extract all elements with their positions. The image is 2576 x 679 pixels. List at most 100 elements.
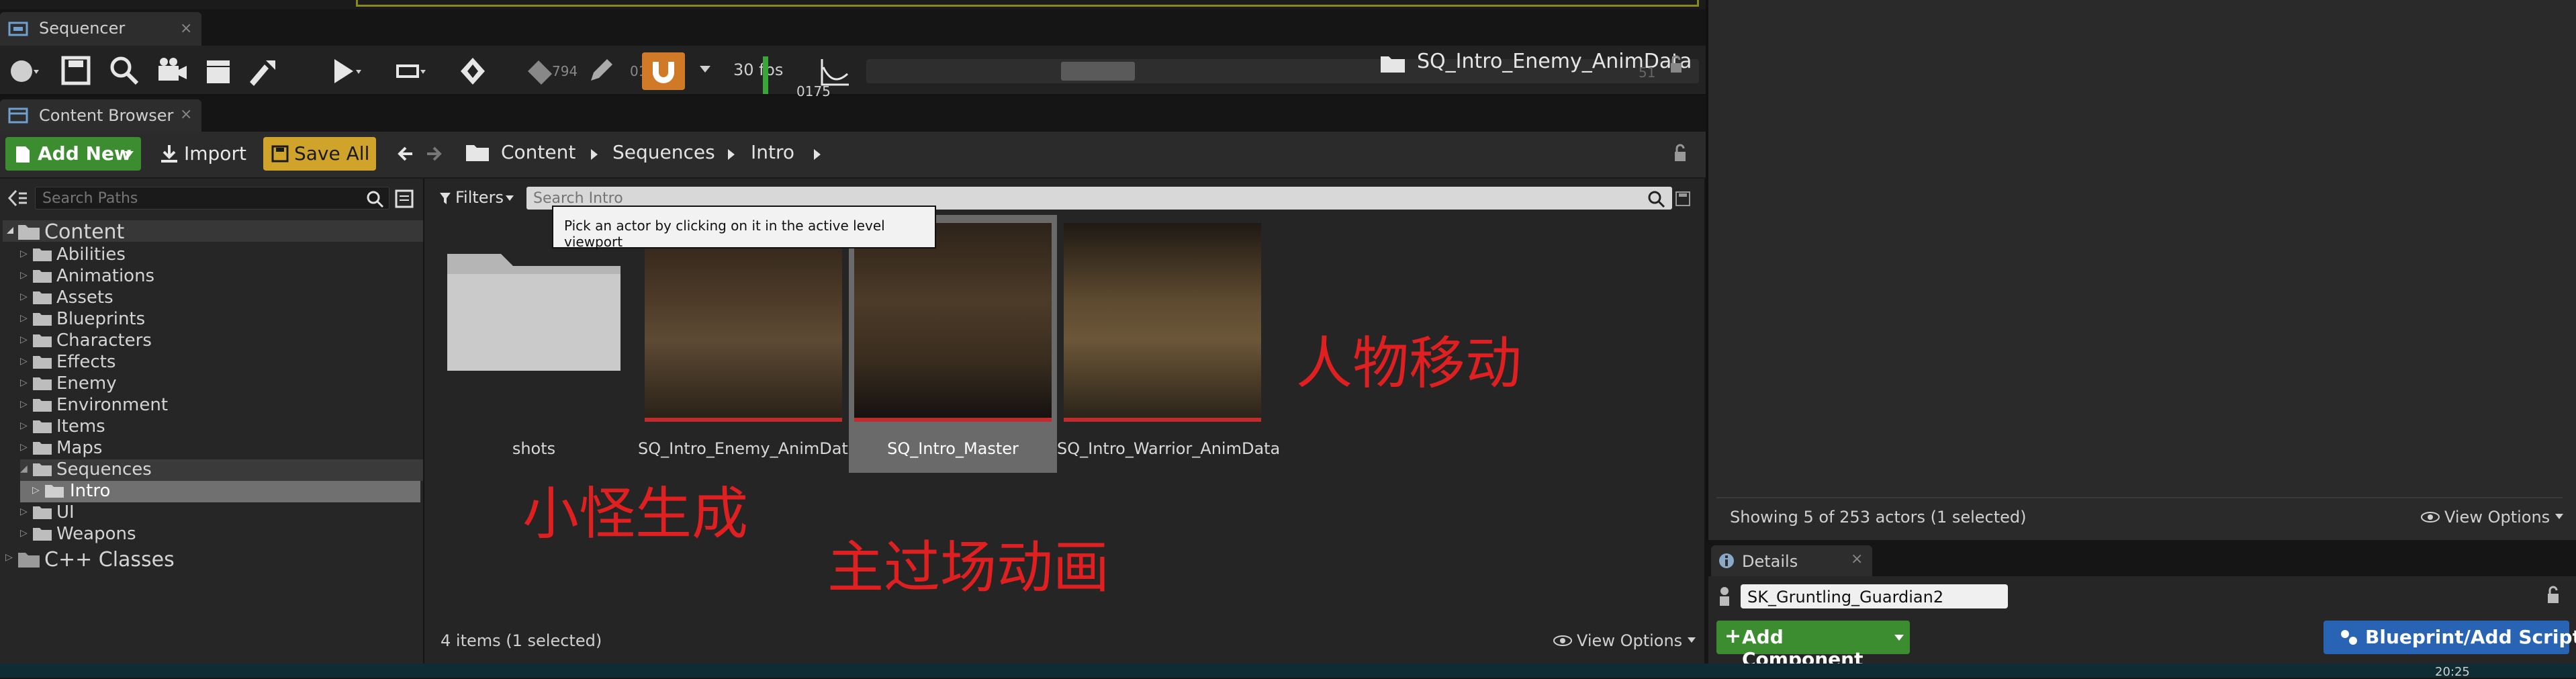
tree-item-intro[interactable]: ▷ Intro bbox=[20, 481, 420, 502]
filters-button[interactable]: Filters bbox=[435, 187, 521, 210]
play-icon[interactable] bbox=[329, 54, 364, 89]
pencil-icon[interactable] bbox=[584, 54, 619, 89]
asset-tile-sq-intro-enemy-animdata[interactable] bbox=[645, 223, 842, 424]
asset-label: SQ_Intro_Warrior_AnimData bbox=[1057, 439, 1281, 458]
tree-item-label: Effects bbox=[56, 352, 116, 372]
save-icon bbox=[271, 145, 289, 163]
content-browser-toolbar bbox=[0, 132, 1706, 179]
add-new-label: Add New bbox=[38, 142, 132, 165]
chevron-right-icon[interactable] bbox=[727, 148, 736, 161]
import-button[interactable]: Import bbox=[154, 137, 255, 171]
tree-item-abilities[interactable]: ▷ Abilities bbox=[20, 244, 423, 266]
asset-label: SQ_Intro_Enemy_AnimData bbox=[638, 439, 858, 458]
actor-name-field[interactable]: SK_Gruntling_Guardian2 bbox=[1741, 584, 2008, 608]
tree-item-assets[interactable]: ▷ Assets bbox=[20, 287, 423, 309]
collapse-sources-icon[interactable] bbox=[7, 188, 28, 208]
tree-item-weapons[interactable]: ▷ Weapons bbox=[20, 524, 423, 545]
breadcrumb-intro[interactable]: Intro bbox=[751, 141, 794, 163]
breadcrumb-sequences[interactable]: Sequences bbox=[612, 141, 715, 163]
details-tab[interactable]: Details × bbox=[1711, 545, 1872, 576]
tools-icon[interactable] bbox=[246, 54, 281, 89]
annotation-main-cutscene: 主过场动画 bbox=[827, 535, 1110, 600]
keyframe-icon[interactable] bbox=[457, 54, 492, 89]
tree-item-label: Characters bbox=[56, 330, 152, 351]
add-new-button[interactable]: Add New bbox=[5, 137, 141, 171]
close-icon[interactable]: × bbox=[180, 106, 192, 123]
save-all-button[interactable]: Save All bbox=[263, 137, 376, 171]
playback-options-icon[interactable] bbox=[394, 54, 428, 89]
folder-icon bbox=[32, 246, 52, 263]
asset-tile-sq-intro-warrior-animdata[interactable] bbox=[1064, 223, 1261, 424]
save-icon[interactable] bbox=[59, 54, 94, 89]
content-browser-tab-label: Content Browser bbox=[39, 106, 174, 125]
add-component-button[interactable]: + Add Component bbox=[1716, 621, 1910, 670]
tree-item-environment[interactable]: ▷ Environment bbox=[20, 395, 423, 416]
chevron-down-icon bbox=[2555, 513, 2564, 520]
camera-icon[interactable] bbox=[154, 54, 189, 89]
eye-icon bbox=[1553, 634, 1573, 647]
tree-item-maps[interactable]: ▷ Maps bbox=[20, 438, 423, 459]
asset-tile-shots[interactable] bbox=[435, 222, 633, 457]
list-view-icon[interactable] bbox=[395, 189, 414, 208]
add-file-icon bbox=[15, 145, 31, 164]
chevron-right-icon[interactable] bbox=[813, 148, 822, 161]
folder-icon bbox=[44, 483, 64, 499]
expanded-arrow-icon[interactable] bbox=[5, 226, 15, 235]
import-icon bbox=[160, 144, 179, 164]
arrow-right-icon[interactable] bbox=[423, 144, 443, 164]
curve-editor-icon[interactable] bbox=[818, 54, 853, 89]
search-icon[interactable] bbox=[1647, 189, 1665, 208]
filters-label: Filters bbox=[455, 188, 504, 207]
chevron-down-icon bbox=[1687, 637, 1696, 643]
search-icon[interactable] bbox=[107, 54, 142, 89]
info-icon bbox=[1718, 552, 1735, 570]
sequence-thumbnail bbox=[645, 223, 842, 422]
clapper-icon[interactable] bbox=[201, 54, 236, 89]
frame-readout-left: 794 bbox=[552, 63, 578, 79]
lock-icon[interactable] bbox=[2545, 586, 2561, 604]
chevron-down-icon bbox=[505, 195, 514, 201]
tree-item-ui[interactable]: ▷ UI bbox=[20, 502, 423, 524]
tree-item-animations[interactable]: ▷ Animations bbox=[20, 266, 423, 287]
save-search-icon[interactable] bbox=[1675, 191, 1691, 207]
lock-icon[interactable] bbox=[1672, 144, 1688, 163]
fps-selector[interactable]: 30 fps bbox=[733, 60, 783, 79]
search-paths-input[interactable] bbox=[35, 187, 389, 210]
asset-tile-sq-intro-master-selected[interactable] bbox=[849, 215, 1057, 473]
chevron-right-icon[interactable] bbox=[590, 148, 599, 161]
close-icon[interactable]: × bbox=[1851, 551, 1863, 568]
lock-icon[interactable] bbox=[1668, 55, 1684, 74]
tree-item-enemy[interactable]: ▷ Enemy bbox=[20, 373, 423, 395]
tree-item-characters[interactable]: ▷ Characters bbox=[20, 330, 423, 352]
folder-icon bbox=[32, 332, 52, 349]
timeline-scrubber[interactable] bbox=[1061, 62, 1135, 81]
plus-icon: + bbox=[1724, 625, 1742, 648]
chevron-down-icon bbox=[124, 150, 134, 159]
tree-item-effects[interactable]: ▷ Effects bbox=[20, 352, 423, 373]
tree-item-sequences[interactable]: ◢ Sequences bbox=[20, 459, 423, 481]
chevron-down-icon[interactable] bbox=[698, 63, 712, 74]
folder-icon bbox=[32, 375, 52, 392]
actor-name-value: SK_Gruntling_Guardian2 bbox=[1747, 588, 1944, 606]
close-icon[interactable]: × bbox=[180, 20, 192, 37]
blueprint-icon bbox=[2340, 629, 2358, 646]
arrow-left-icon[interactable] bbox=[396, 144, 416, 164]
folder-icon bbox=[32, 418, 52, 435]
folder-icon bbox=[32, 397, 52, 413]
tree-item-label: Intro bbox=[70, 481, 111, 501]
save-all-label: Save All bbox=[294, 142, 370, 165]
magnet-snap-icon[interactable] bbox=[642, 52, 685, 90]
tree-item-label: Maps bbox=[56, 438, 103, 458]
annotation-minion-spawn: 小怪生成 bbox=[522, 481, 749, 547]
breadcrumb-content[interactable]: Content bbox=[501, 141, 576, 163]
tree-item-blueprints[interactable]: ▷ Blueprints bbox=[20, 309, 423, 330]
tree-item-cpp-classes[interactable]: ▷ C++ Classes bbox=[3, 548, 423, 572]
blueprint-add-script-button[interactable]: Blueprint/Add Script bbox=[2324, 621, 2576, 654]
world-icon[interactable] bbox=[7, 54, 42, 89]
tree-item-content[interactable]: Content bbox=[3, 220, 423, 244]
tree-item-label: Content bbox=[44, 220, 125, 244]
view-options-label: View Options bbox=[2444, 508, 2550, 527]
tree-item-items[interactable]: ▷ Items bbox=[20, 416, 423, 438]
item-count-status: 4 items (1 selected) bbox=[441, 631, 602, 650]
search-icon[interactable] bbox=[365, 189, 384, 208]
